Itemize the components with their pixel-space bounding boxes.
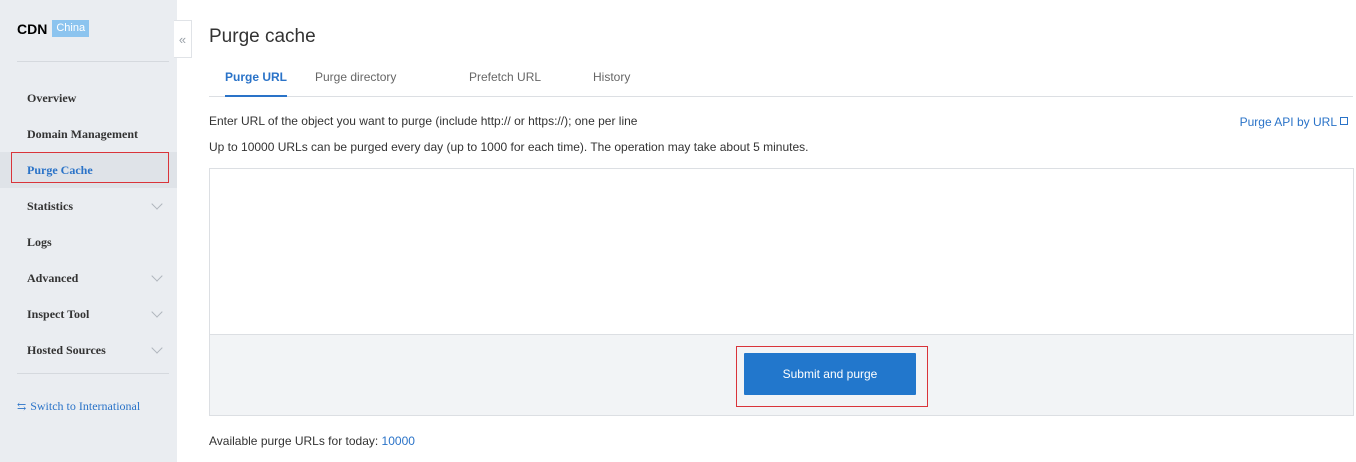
- limit-text: Up to 10000 URLs can be purged every day…: [209, 140, 809, 154]
- purge-api-link[interactable]: Purge API by URL: [1240, 115, 1348, 129]
- tab-purge-url[interactable]: Purge URL: [225, 70, 288, 97]
- panel-footer: Submit and purge: [210, 334, 1353, 415]
- tab-purge-directory[interactable]: Purge directory: [315, 70, 396, 97]
- tab-prefetch-url[interactable]: Prefetch URL: [469, 70, 541, 97]
- available-count: 10000: [381, 434, 415, 448]
- submit-and-purge-button[interactable]: Submit and purge: [744, 353, 916, 395]
- purge-api-label: Purge API by URL: [1239, 115, 1337, 129]
- main-content: Purge cache Purge URL Purge directory Pr…: [0, 0, 1356, 462]
- tab-bar: Purge URL Purge directory Prefetch URL H…: [209, 70, 1353, 97]
- page-title: Purge cache: [209, 26, 316, 47]
- url-input-panel: Submit and purge: [209, 168, 1354, 416]
- available-quota: Available purge URLs for today: 10000: [209, 434, 415, 448]
- external-link-icon: [1340, 117, 1348, 125]
- tab-history[interactable]: History: [593, 70, 630, 97]
- available-label: Available purge URLs for today:: [209, 434, 382, 448]
- url-textarea[interactable]: [210, 169, 1353, 334]
- instruction-text: Enter URL of the object you want to purg…: [209, 114, 638, 128]
